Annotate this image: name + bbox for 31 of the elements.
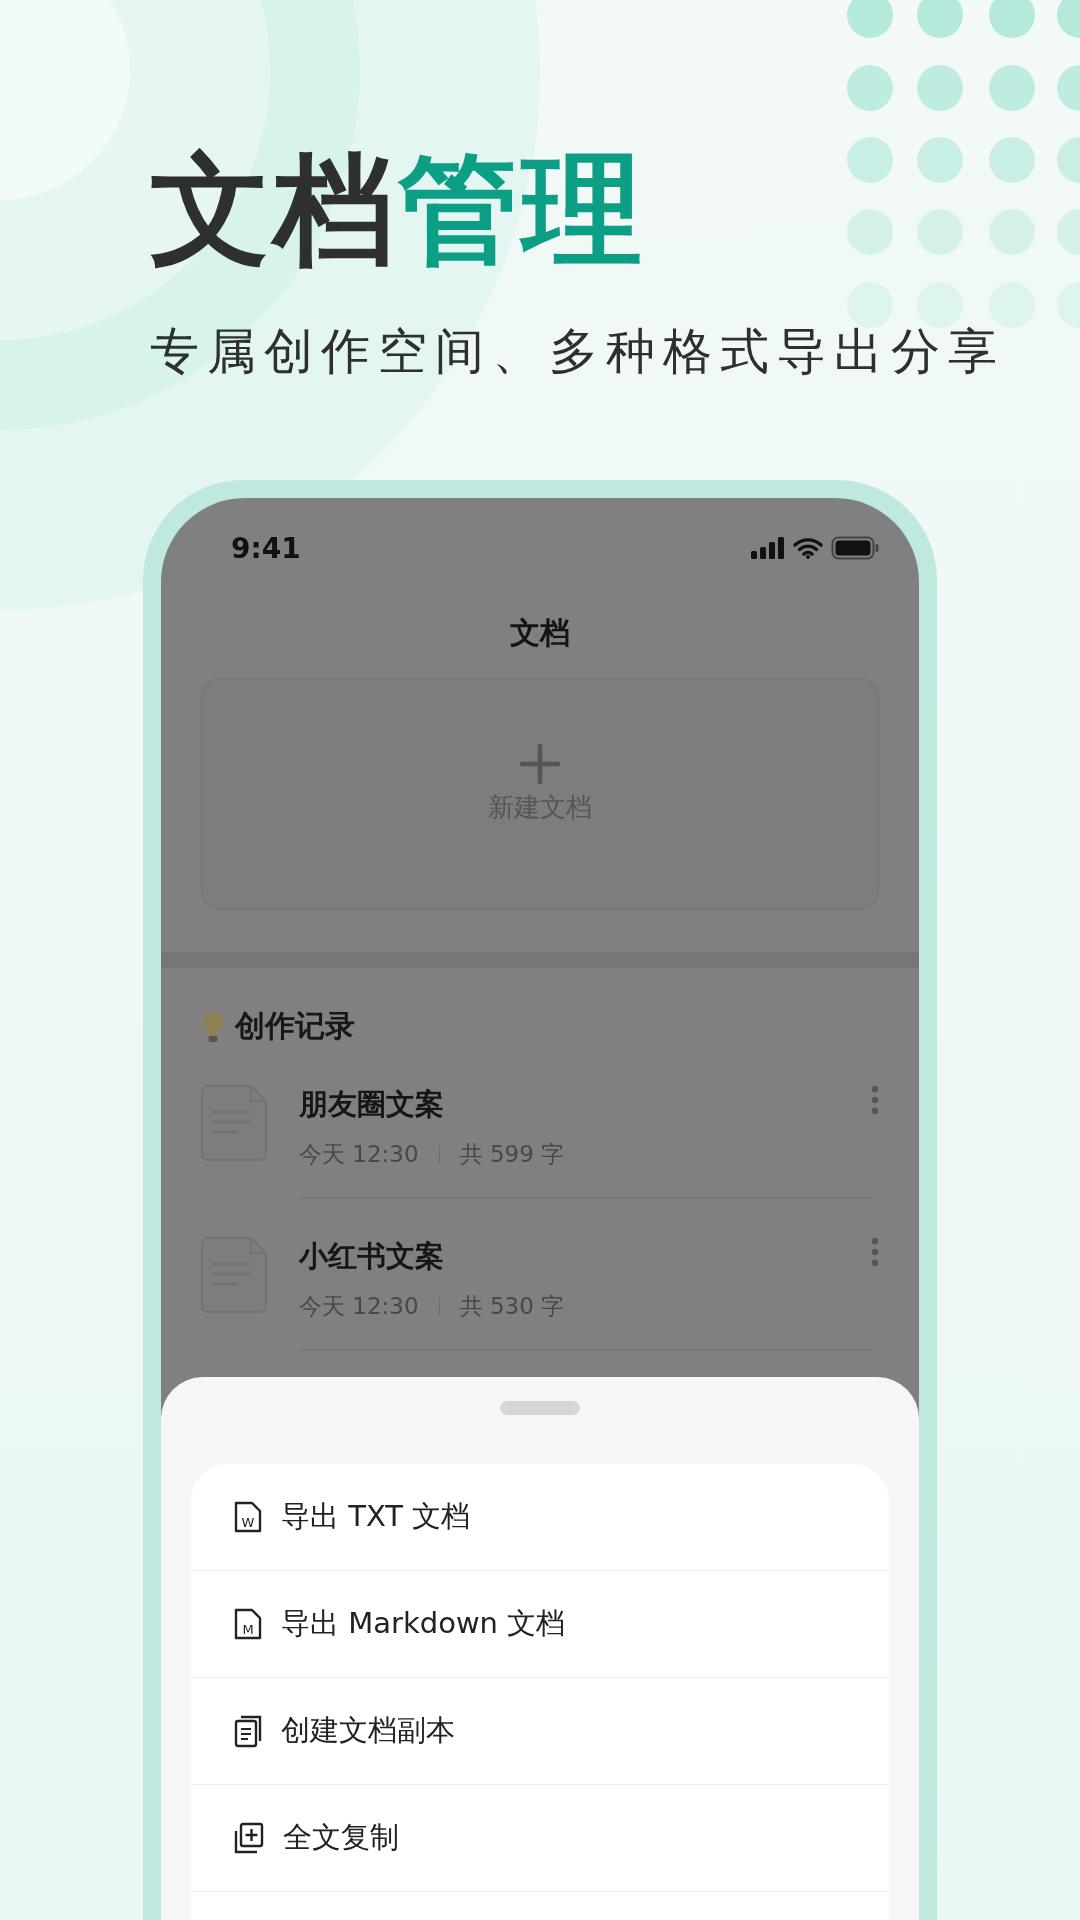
signal-icon <box>751 537 785 559</box>
action-label: 导出 TXT 文档 <box>281 1498 471 1535</box>
documents-icon <box>233 1714 263 1748</box>
action-item[interactable]: 创建文档副本 <box>191 1678 889 1785</box>
battery-icon <box>831 536 879 560</box>
document-date: 今天 12:30 <box>299 1140 419 1169</box>
status-time: 9:41 <box>231 531 301 565</box>
more-icon[interactable] <box>871 1085 879 1115</box>
action-label: 导出 Markdown 文档 <box>281 1605 566 1642</box>
action-label: 全文复制 <box>283 1819 399 1856</box>
action-item[interactable]: 全文复制 <box>191 1785 889 1892</box>
headline: 文档管理 <box>150 140 647 280</box>
subtitle: 专属创作空间、多种格式导出分享 <box>150 322 1006 382</box>
sheet-handle[interactable] <box>500 1401 580 1415</box>
file-icon: W <box>233 1500 263 1534</box>
file-icon: M <box>233 1607 263 1641</box>
screen-title: 文档 <box>510 614 570 652</box>
section-title: 创作记录 <box>235 1007 355 1045</box>
word-count: 共 599 字 <box>459 1140 565 1169</box>
action-item[interactable]: W 导出 TXT 文档 <box>191 1464 889 1571</box>
wifi-icon <box>793 537 823 559</box>
copy-icon <box>233 1821 265 1855</box>
document-title[interactable]: 小红书文案 <box>299 1237 444 1277</box>
action-label: 创建文档副本 <box>281 1712 455 1749</box>
action-item[interactable]: M 导出 Markdown 文档 <box>191 1571 889 1678</box>
light-bulb-icon <box>201 1009 225 1044</box>
more-icon[interactable] <box>871 1237 879 1267</box>
word-count: 共 530 字 <box>459 1292 565 1321</box>
document-title[interactable]: 朋友圈文案 <box>299 1085 444 1125</box>
plus-icon <box>520 743 560 784</box>
document-date: 今天 12:30 <box>299 1292 419 1321</box>
